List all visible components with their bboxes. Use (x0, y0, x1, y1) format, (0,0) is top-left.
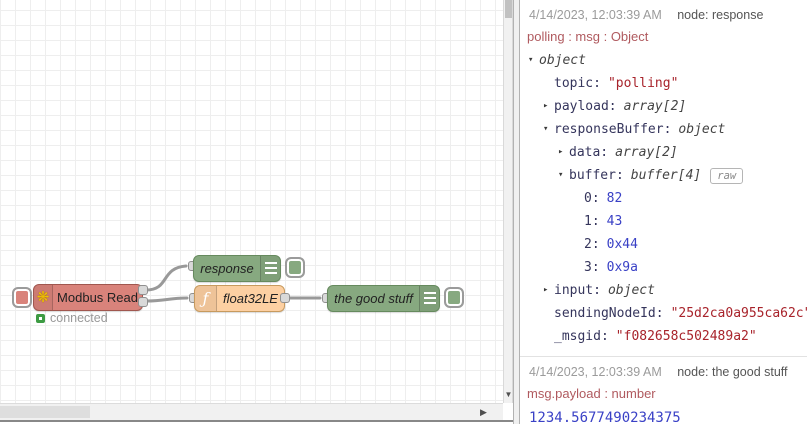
tree-row[interactable]: ▸ input: object (520, 279, 807, 302)
tree-row: 3: 0x9a (584, 260, 638, 275)
scroll-right-icon[interactable]: ▶ (480, 407, 491, 418)
debug-timestamp: 4/14/2023, 12:03:39 AM (529, 365, 662, 379)
expand-icon[interactable]: ▾ (558, 164, 569, 187)
debug-message[interactable]: 4/14/2023, 12:03:39 AM node: response po… (520, 0, 807, 356)
tree-row[interactable]: ▸ payload: array[2] (520, 95, 807, 118)
debug-source-node: node: the good stuff (677, 365, 788, 379)
node-response[interactable]: response (193, 255, 281, 282)
function-icon: ƒ (195, 286, 217, 311)
tree-row[interactable]: ▸ data: array[2] (520, 141, 807, 164)
wires (144, 264, 322, 303)
node-modbus-read[interactable]: ❋ Modbus Read (33, 284, 143, 311)
modbus-icon: ❋ (34, 285, 54, 310)
expand-icon[interactable]: ▾ (543, 118, 554, 141)
response-debug-toggle-button[interactable] (285, 257, 305, 278)
debug-timestamp: 4/14/2023, 12:03:39 AM (529, 8, 662, 22)
wire-modbus-to-function (144, 296, 189, 303)
status-text: connected (50, 311, 108, 325)
modbus-node-button[interactable] (12, 287, 32, 308)
debug-msg-path: polling : msg : Object (527, 29, 649, 44)
function-node-label: float32LE (223, 291, 278, 306)
debug-message[interactable]: 4/14/2023, 12:03:39 AM node: the good st… (520, 357, 807, 424)
scroll-down-icon[interactable]: ▼ (504, 390, 513, 399)
tree-row[interactable]: ▾ object (520, 49, 807, 72)
debug-message-header: 4/14/2023, 12:03:39 AM node: the good st… (520, 362, 807, 383)
modbus-output-port-1[interactable] (138, 285, 148, 295)
canvas-bottom-border (0, 420, 520, 422)
canvas-vertical-scrollbar[interactable]: ▼ (503, 0, 513, 403)
modbus-output-port-2[interactable] (138, 297, 148, 307)
debug-object-tree: ▾ object topic: "polling" ▸ payload: arr… (520, 47, 807, 356)
tree-row: sendingNodeId: "25d2ca0a955ca62c" (554, 306, 807, 321)
expand-icon[interactable]: ▾ (528, 49, 539, 72)
modbus-node-label: Modbus Read (57, 290, 138, 305)
modbus-status: connected (36, 311, 108, 325)
debug-message-header: 4/14/2023, 12:03:39 AM node: response (520, 5, 807, 26)
tree-row: 2: 0x44 (584, 237, 638, 252)
horizontal-scrollbar-thumb[interactable] (0, 406, 90, 418)
status-connected-icon (36, 313, 45, 323)
wire-modbus-to-response (144, 264, 188, 292)
debug-source-node: node: response (677, 8, 764, 22)
tree-row[interactable]: ▾ buffer: buffer[4] raw (520, 164, 807, 187)
expand-icon[interactable]: ▸ (543, 95, 554, 118)
tree-row[interactable]: ▾ responseBuffer: object (520, 118, 807, 141)
vertical-scrollbar-thumb[interactable] (505, 0, 512, 18)
function-output-port[interactable] (280, 293, 290, 303)
debug-sidebar[interactable]: 4/14/2023, 12:03:39 AM node: response po… (520, 0, 807, 424)
expand-icon[interactable]: ▸ (558, 141, 569, 164)
response-node-label: response (200, 261, 254, 276)
node-float32le[interactable]: ƒ float32LE (194, 285, 285, 312)
debug-msg-value: 1234.5677490234375 (529, 410, 681, 424)
canvas-horizontal-scrollbar[interactable]: ▶ (0, 403, 503, 420)
debug-msg-path: msg.payload : number (527, 386, 656, 401)
raw-button[interactable]: raw (710, 167, 744, 184)
tree-row: _msgid: "f082658c502489a2" (554, 329, 757, 344)
sidebar-splitter[interactable] (513, 0, 520, 424)
goodstuff-debug-toggle-button[interactable] (444, 287, 464, 308)
flow-canvas[interactable]: ❋ Modbus Read connected response ƒ float… (0, 0, 503, 403)
tree-row: 1: 43 (584, 214, 623, 229)
node-the-good-stuff[interactable]: the good stuff (327, 285, 440, 312)
tree-row: 0: 82 (584, 191, 623, 206)
debug-lines-icon (260, 256, 280, 281)
goodstuff-node-label: the good stuff (334, 291, 413, 306)
tree-row: topic: "polling" (554, 76, 679, 91)
debug-lines-icon (419, 286, 439, 311)
expand-icon[interactable]: ▸ (543, 279, 554, 302)
